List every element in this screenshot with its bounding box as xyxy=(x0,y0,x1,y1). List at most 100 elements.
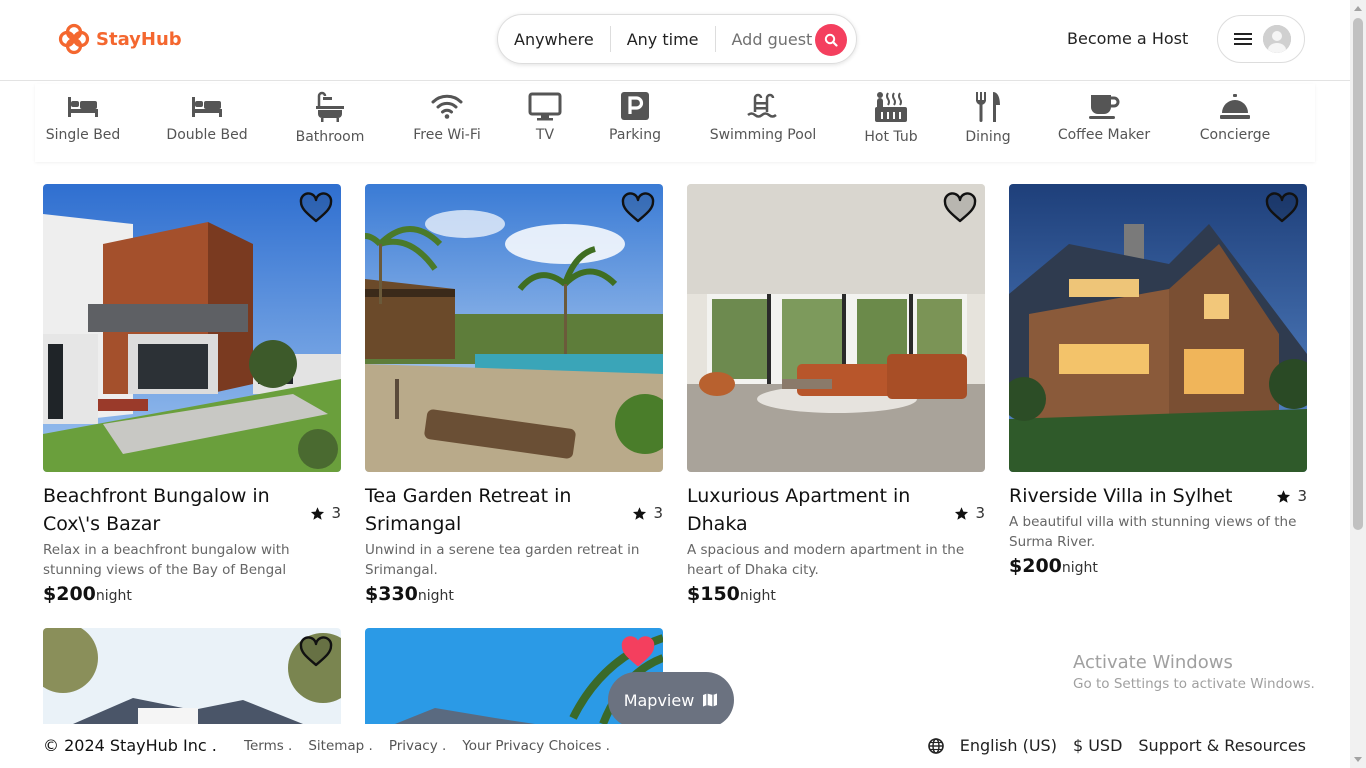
search-bar[interactable]: Anywhere Any time Add guest xyxy=(497,14,857,64)
category-bar: Single Bed Double Bed Bathroom Free Wi-F… xyxy=(35,84,1315,162)
star-icon xyxy=(633,506,647,520)
globe-icon[interactable] xyxy=(927,737,944,754)
footer: © 2024 StayHub Inc . Terms . Sitemap . P… xyxy=(0,724,1350,768)
footer-link-privacy-choices[interactable]: Your Privacy Choices . xyxy=(462,738,610,754)
category-label: Double Bed xyxy=(166,127,248,143)
category-concierge[interactable]: Concierge xyxy=(1197,84,1273,143)
listing-image[interactable] xyxy=(1009,184,1307,472)
price-unit: night xyxy=(417,588,454,604)
listing-title[interactable]: Riverside Villa in Sylhet xyxy=(1009,482,1264,510)
language-selector[interactable]: English (US) xyxy=(960,736,1057,755)
mapview-button[interactable]: Mapview xyxy=(608,672,734,728)
listing-title[interactable]: Beachfront Bungalow in Cox\'s Bazar xyxy=(43,482,298,538)
brand-logo[interactable]: StayHub xyxy=(58,23,182,55)
listing-photo-house-trees xyxy=(43,628,341,724)
category-parking[interactable]: Parking xyxy=(607,84,663,143)
avatar xyxy=(1263,25,1291,53)
listing-image[interactable] xyxy=(365,184,663,472)
favorite-heart-icon-active[interactable] xyxy=(621,636,655,668)
star-icon xyxy=(1277,489,1291,503)
listing-photo-tropical-retreat xyxy=(365,184,663,472)
category-bathroom[interactable]: Bathroom xyxy=(293,84,367,145)
listing-image[interactable] xyxy=(43,628,341,724)
hamburger-icon xyxy=(1234,33,1252,45)
category-label: Hot Tub xyxy=(864,129,918,145)
listing-description: Relax in a beachfront bungalow with stun… xyxy=(43,542,290,578)
scroll-down-arrow-icon[interactable] xyxy=(1354,757,1362,762)
price-unit: night xyxy=(95,588,132,604)
category-single-bed[interactable]: Single Bed xyxy=(45,84,121,143)
rating-value: 3 xyxy=(1297,487,1307,505)
listing-price: $200night xyxy=(43,583,341,605)
scroll-up-arrow-icon[interactable] xyxy=(1354,6,1362,11)
price-value: $200 xyxy=(1009,555,1062,577)
map-icon xyxy=(703,693,718,707)
listing-card[interactable]: Tea Garden Retreat in Srimangal 3 Unwind… xyxy=(365,184,663,605)
star-icon xyxy=(311,506,325,520)
listing-card[interactable] xyxy=(43,628,341,724)
favorite-heart-icon[interactable] xyxy=(943,192,977,224)
listing-card[interactable]: Luxurious Apartment in Dhaka 3 A spaciou… xyxy=(687,184,985,605)
activation-title: Activate Windows xyxy=(1073,652,1233,673)
scrollbar-thumb[interactable] xyxy=(1353,18,1363,530)
listing-image[interactable] xyxy=(43,184,341,472)
favorite-heart-icon[interactable] xyxy=(1265,192,1299,224)
favorite-heart-icon[interactable] xyxy=(621,192,655,224)
search-icon xyxy=(824,33,838,47)
category-label: Free Wi-Fi xyxy=(413,127,481,143)
category-label: Single Bed xyxy=(45,127,121,143)
listing-title[interactable]: Luxurious Apartment in Dhaka xyxy=(687,482,942,538)
search-button[interactable] xyxy=(815,24,847,56)
listing-description: A spacious and modern apartment in the h… xyxy=(687,542,965,578)
listing-price: $150night xyxy=(687,583,985,605)
listing-card[interactable]: Beachfront Bungalow in Cox\'s Bazar 3 Re… xyxy=(43,184,341,605)
category-double-bed[interactable]: Double Bed xyxy=(166,84,248,143)
listing-rating: 3 xyxy=(1276,482,1307,510)
listing-rating: 3 xyxy=(310,482,341,538)
user-avatar-icon xyxy=(1263,25,1291,53)
favorite-heart-icon[interactable] xyxy=(299,636,333,668)
category-dining[interactable]: Dining xyxy=(964,84,1012,145)
listing-title[interactable]: Tea Garden Retreat in Srimangal xyxy=(365,482,620,538)
support-resources-link[interactable]: Support & Resources xyxy=(1138,736,1306,755)
footer-link-terms[interactable]: Terms . xyxy=(244,738,292,754)
category-label: Concierge xyxy=(1199,127,1271,143)
footer-link-sitemap[interactable]: Sitemap . xyxy=(308,738,373,754)
page-scrollbar[interactable] xyxy=(1350,0,1366,768)
header: StayHub Anywhere Any time Add guest Beco… xyxy=(0,0,1350,81)
single-bed-icon xyxy=(68,97,98,117)
category-coffee-maker[interactable]: Coffee Maker xyxy=(1055,84,1153,143)
price-unit: night xyxy=(739,588,776,604)
category-label: Dining xyxy=(965,129,1011,145)
search-location[interactable]: Anywhere xyxy=(498,30,610,49)
rating-value: 3 xyxy=(331,504,341,522)
category-label: Parking xyxy=(609,127,661,143)
user-menu-button[interactable] xyxy=(1217,15,1305,63)
favorite-heart-icon[interactable] xyxy=(299,192,333,224)
category-pool[interactable]: Swimming Pool xyxy=(707,84,819,143)
category-tv[interactable]: TV xyxy=(525,84,565,143)
category-label: Bathroom xyxy=(295,129,365,145)
category-hot-tub[interactable]: Hot Tub xyxy=(861,84,921,145)
parking-icon xyxy=(621,92,649,120)
footer-settings: English (US) $ USD Support & Resources xyxy=(927,736,1306,755)
coffee-icon xyxy=(1089,95,1120,119)
concierge-bell-icon xyxy=(1220,94,1250,119)
currency-selector[interactable]: $ USD xyxy=(1073,736,1122,755)
footer-link-privacy[interactable]: Privacy . xyxy=(389,738,446,754)
category-label: Coffee Maker xyxy=(1057,127,1151,143)
become-host-link[interactable]: Become a Host xyxy=(1067,29,1188,48)
listing-card[interactable]: Riverside Villa in Sylhet 3 A beautiful … xyxy=(1009,184,1307,577)
category-wifi[interactable]: Free Wi-Fi xyxy=(411,84,483,143)
listing-image[interactable] xyxy=(687,184,985,472)
price-value: $330 xyxy=(365,583,418,605)
search-guests[interactable]: Add guest xyxy=(716,30,829,49)
listing-photo-modern-house xyxy=(43,184,341,472)
listing-description: A beautiful villa with stunning views of… xyxy=(1009,514,1297,550)
mapview-label: Mapview xyxy=(623,690,695,710)
brand-name: StayHub xyxy=(96,28,182,50)
listing-photo-villa-dusk xyxy=(1009,184,1307,472)
dining-icon xyxy=(976,92,1000,122)
search-time[interactable]: Any time xyxy=(611,30,715,49)
tv-icon xyxy=(528,92,562,121)
